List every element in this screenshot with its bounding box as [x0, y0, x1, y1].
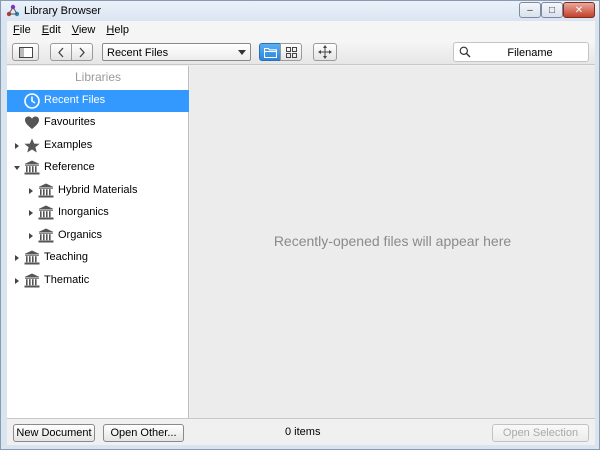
sidebar-item-favourites[interactable]: Favourites	[7, 112, 189, 134]
bottom-bar: New Document Open Other... 0 items Open …	[7, 418, 595, 445]
title-bar[interactable]: Library Browser – □ ✕	[1, 1, 599, 21]
sidebar-icon	[18, 46, 33, 58]
move-arrows-icon	[318, 45, 332, 59]
library-icon	[24, 250, 40, 265]
forward-button[interactable]	[71, 43, 93, 61]
open-selection-button[interactable]: Open Selection	[492, 424, 589, 442]
expand-arrow-icon[interactable]	[15, 255, 19, 261]
location-dropdown-value: Recent Files	[107, 47, 169, 59]
libraries-sidebar: Libraries Recent Files Favourites Exampl…	[7, 66, 189, 418]
new-document-button[interactable]: New Document	[13, 424, 95, 442]
library-browser-window: Library Browser – □ ✕ File Edit View Hel…	[0, 0, 600, 450]
maximize-icon: □	[548, 4, 556, 16]
library-icon	[38, 228, 54, 243]
close-icon: ✕	[574, 4, 584, 16]
sidebar-item-label: Inorganics	[58, 206, 109, 218]
toggle-sidebar-button[interactable]	[12, 43, 39, 61]
grid-view-button[interactable]	[280, 43, 302, 61]
library-icon	[38, 205, 54, 220]
sidebar-item-hybrid-materials[interactable]: Hybrid Materials	[7, 180, 189, 202]
expand-arrow-icon[interactable]	[29, 210, 33, 216]
sidebar-item-label: Hybrid Materials	[58, 184, 138, 196]
search-input[interactable]	[476, 45, 584, 60]
window-title: Library Browser	[24, 5, 102, 17]
back-button[interactable]	[50, 43, 72, 61]
library-icon	[24, 160, 40, 175]
menu-edit-label: dit	[49, 24, 61, 36]
sidebar-item-teaching[interactable]: Teaching	[7, 247, 189, 269]
menu-bar: File Edit View Help	[7, 21, 595, 39]
sidebar-item-organics[interactable]: Organics	[7, 225, 189, 247]
grid-icon	[285, 46, 297, 58]
menu-view-label: iew	[78, 24, 96, 36]
recent-files-panel: Recently-opened files will appear here	[190, 66, 595, 418]
menu-view[interactable]: View	[66, 24, 101, 36]
minimize-icon: –	[527, 4, 533, 16]
sidebar-item-label: Thematic	[44, 274, 90, 286]
sidebar-item-inorganics[interactable]: Inorganics	[7, 202, 189, 224]
menu-edit-accel: E	[41, 24, 50, 36]
menu-edit[interactable]: Edit	[36, 24, 66, 36]
expand-arrow-icon[interactable]	[15, 278, 19, 284]
expand-arrow-icon[interactable]	[15, 143, 19, 149]
folder-icon	[263, 47, 277, 58]
star-icon	[24, 138, 40, 153]
item-count: 0 items	[285, 426, 321, 438]
search-icon	[459, 46, 471, 58]
menu-file-accel: F	[13, 24, 20, 36]
location-dropdown[interactable]: Recent Files	[102, 43, 251, 61]
move-button[interactable]	[313, 43, 337, 61]
menu-help-label: elp	[114, 24, 130, 36]
sidebar-item-thematic[interactable]: Thematic	[7, 270, 189, 292]
client-area: File Edit View Help Recent Files Filenam…	[7, 21, 595, 445]
menu-file-label: ile	[19, 24, 31, 36]
chevron-left-icon	[58, 47, 64, 57]
empty-state-message: Recently-opened files will appear here	[273, 233, 512, 249]
expand-arrow-icon[interactable]	[29, 233, 33, 239]
expand-arrow-icon[interactable]	[29, 188, 33, 194]
menu-file[interactable]: File	[7, 24, 36, 36]
app-logo-icon	[6, 4, 20, 17]
sidebar-item-examples[interactable]: Examples	[7, 135, 189, 157]
sidebar-item-label: Reference	[44, 161, 95, 173]
sidebar-item-label: Favourites	[44, 116, 96, 128]
menu-view-accel: V	[71, 24, 79, 36]
sidebar-item-label: Recent Files	[44, 94, 106, 106]
minimize-button[interactable]: –	[519, 2, 541, 18]
chevron-right-icon	[79, 47, 85, 57]
library-icon	[38, 183, 54, 198]
sidebar-item-label: Organics	[58, 229, 103, 241]
sidebar-item-label: Teaching	[44, 251, 89, 263]
sidebar-item-reference[interactable]: Reference	[7, 157, 189, 179]
search-box[interactable]	[453, 42, 589, 62]
heart-icon	[25, 116, 39, 129]
sidebar-header: Libraries	[74, 70, 122, 84]
folder-view-button[interactable]	[259, 43, 281, 61]
open-other-button[interactable]: Open Other...	[103, 424, 184, 442]
collapse-arrow-icon[interactable]	[14, 166, 20, 170]
close-button[interactable]: ✕	[563, 2, 595, 18]
menu-help[interactable]: Help	[100, 24, 134, 36]
sidebar-item-label: Examples	[44, 139, 93, 151]
toolbar: Recent Files	[7, 39, 595, 65]
maximize-button[interactable]: □	[541, 2, 563, 18]
library-icon	[24, 273, 40, 288]
chevron-down-icon	[238, 50, 246, 55]
clock-icon	[24, 93, 40, 109]
sidebar-item-recent-files[interactable]: Recent Files	[7, 90, 189, 112]
